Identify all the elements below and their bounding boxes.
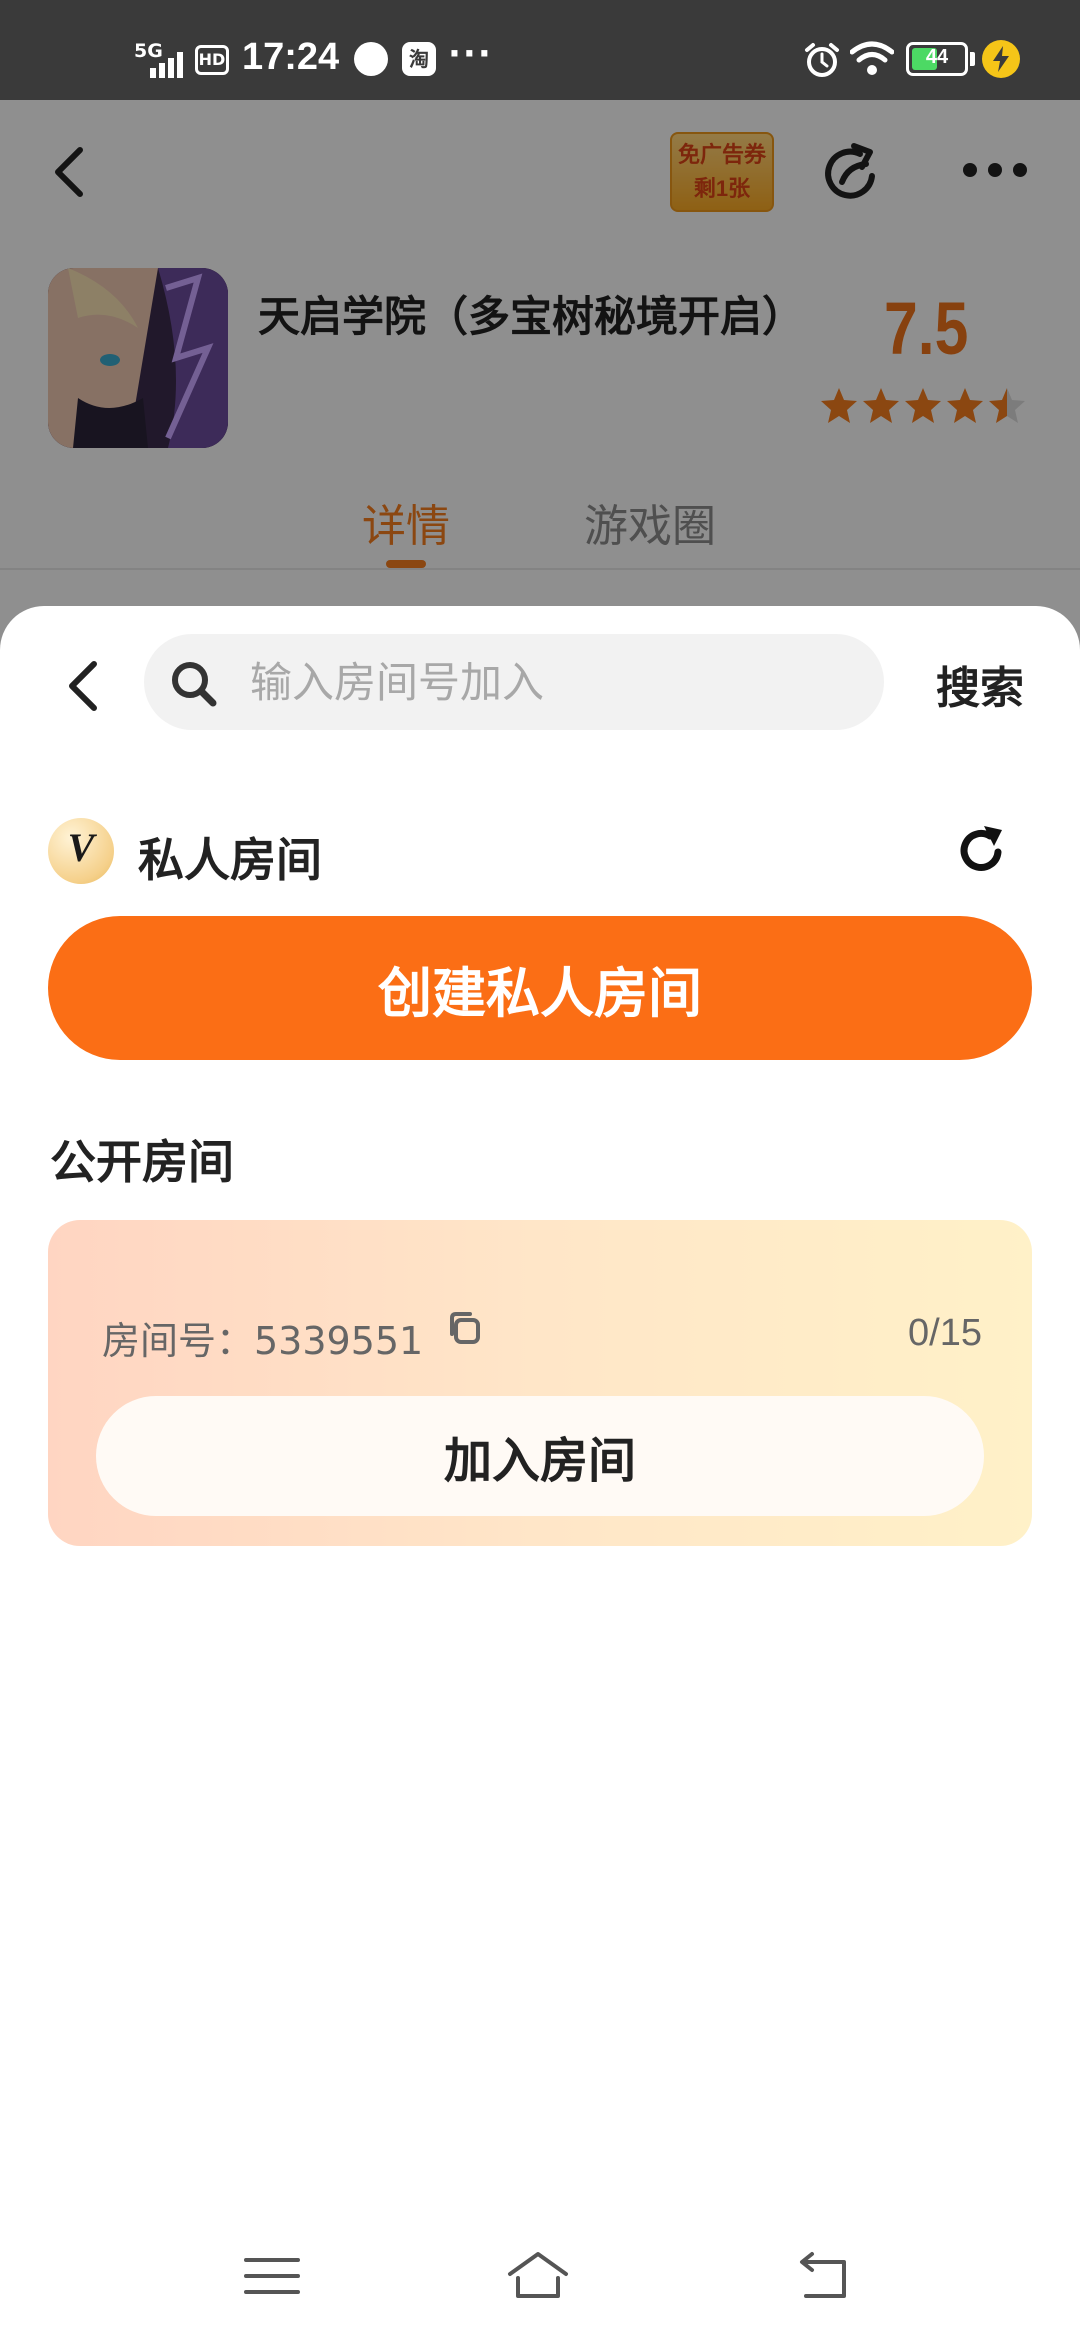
search-button[interactable]: 搜索 [936,652,1024,716]
alarm-icon [805,43,839,77]
copy-icon[interactable] [444,1308,484,1348]
vip-badge-icon: V [48,818,114,884]
vip-badge-letter: V [67,825,95,870]
create-private-room-button[interactable]: 创建私人房间 [48,916,1032,1060]
room-number-input[interactable] [250,634,850,730]
hd-icon: HD [195,45,229,75]
room-bottom-sheet: 搜索 V 私人房间 创建私人房间 公开房间 房间号：5339551 0/15 加… [0,606,1080,2340]
battery-icon: 44 [906,42,968,76]
charging-icon [982,40,1020,78]
chevron-left-icon[interactable] [64,658,104,714]
private-room-label: 私人房间 [138,833,322,887]
voice-app-icon [354,42,388,76]
status-bar: 5G HD 17:24 淘 ··· 44 [0,0,1080,100]
search-box[interactable] [144,634,884,730]
search-icon [172,662,217,707]
signal-icon [150,52,183,78]
room-occupancy: 0/15 [908,1312,982,1354]
public-room-card: 房间号：5339551 0/15 加入房间 [48,1220,1032,1546]
battery-cap [970,52,975,66]
taobao-app-icon: 淘 [402,42,436,76]
refresh-icon[interactable] [954,822,1010,878]
back-nav-icon[interactable] [792,2244,856,2308]
home-icon[interactable] [506,2244,570,2308]
join-room-button[interactable]: 加入房间 [96,1396,984,1516]
battery-level: 44 [925,46,949,68]
public-room-label: 公开房间 [50,1135,234,1189]
more-notifications-icon: ··· [448,34,493,74]
status-time: 17:24 [242,36,340,78]
menu-icon[interactable] [240,2244,304,2308]
room-number: 房间号：5339551 [102,1319,424,1363]
wifi-icon [850,41,894,75]
